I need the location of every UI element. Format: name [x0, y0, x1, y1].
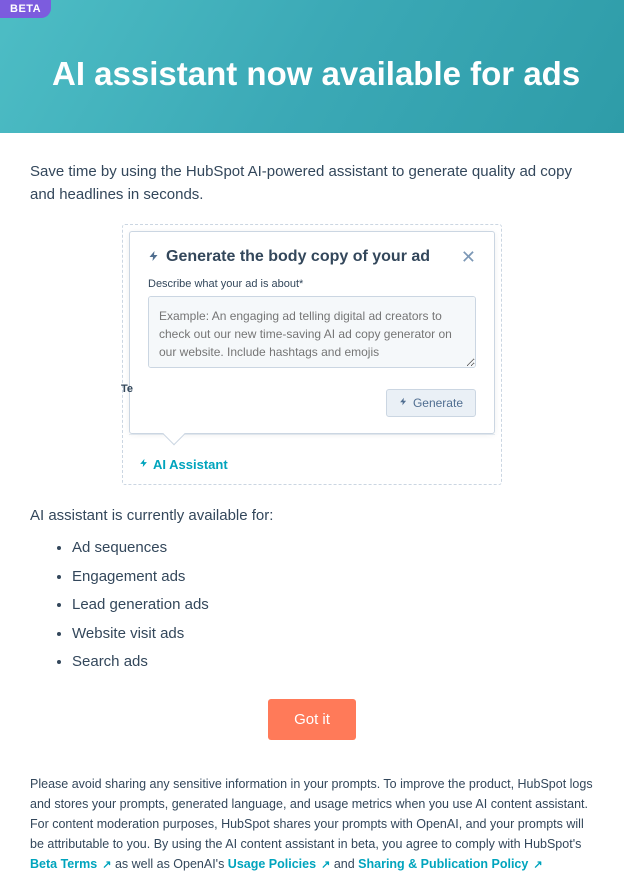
- ai-assistant-link[interactable]: AI Assistant: [123, 437, 234, 484]
- preview-panel: Generate the body copy of your ad ✕ Desc…: [122, 224, 502, 485]
- close-icon[interactable]: ✕: [461, 248, 476, 266]
- cta-row: Got it: [30, 699, 594, 740]
- page-title: AI assistant now available for ads: [52, 55, 594, 93]
- prompt-textarea[interactable]: [148, 296, 476, 368]
- got-it-button[interactable]: Got it: [268, 699, 356, 740]
- external-link-icon: ↗: [530, 859, 542, 871]
- generate-popover: Generate the body copy of your ad ✕ Desc…: [129, 231, 495, 434]
- external-link-icon: ↗: [318, 859, 330, 871]
- beta-badge: BETA: [0, 0, 51, 18]
- available-heading: AI assistant is currently available for:: [30, 507, 594, 524]
- preview-container: Generate the body copy of your ad ✕ Desc…: [30, 224, 594, 485]
- legal-part3: and: [334, 857, 358, 871]
- lightning-icon: [148, 249, 160, 266]
- generate-button[interactable]: Generate: [386, 389, 476, 417]
- list-item: Search ads: [72, 648, 594, 677]
- legal-part2: as well as OpenAI's: [115, 857, 228, 871]
- popover-header: Generate the body copy of your ad ✕: [148, 248, 476, 266]
- usage-policies-link[interactable]: Usage Policies ↗: [228, 857, 331, 871]
- ai-assistant-link-label: AI Assistant: [153, 457, 228, 472]
- hero-banner: BETA AI assistant now available for ads: [0, 0, 624, 133]
- truncated-label: Te: [121, 383, 133, 395]
- external-link-icon: ↗: [99, 859, 111, 871]
- list-item: Website visit ads: [72, 620, 594, 649]
- list-item: Engagement ads: [72, 563, 594, 592]
- content-area: Save time by using the HubSpot AI-powere…: [0, 133, 624, 774]
- list-item: Lead generation ads: [72, 591, 594, 620]
- popover-footer: Generate: [148, 389, 476, 417]
- field-label: Describe what your ad is about*: [148, 278, 476, 290]
- popover-title: Generate the body copy of your ad: [148, 248, 430, 266]
- legal-text: Please avoid sharing any sensitive infor…: [0, 774, 624, 894]
- intro-text: Save time by using the HubSpot AI-powere…: [30, 161, 594, 206]
- popover-title-text: Generate the body copy of your ad: [166, 248, 430, 266]
- lightning-icon: [139, 457, 149, 472]
- generate-button-label: Generate: [413, 396, 463, 410]
- sharing-policy-link[interactable]: Sharing & Publication Policy ↗: [358, 857, 542, 871]
- beta-terms-link[interactable]: Beta Terms ↗: [30, 857, 111, 871]
- list-item: Ad sequences: [72, 534, 594, 563]
- feature-list: Ad sequences Engagement ads Lead generat…: [72, 534, 594, 677]
- lightning-icon: [399, 396, 408, 410]
- legal-part1: Please avoid sharing any sensitive infor…: [30, 777, 593, 851]
